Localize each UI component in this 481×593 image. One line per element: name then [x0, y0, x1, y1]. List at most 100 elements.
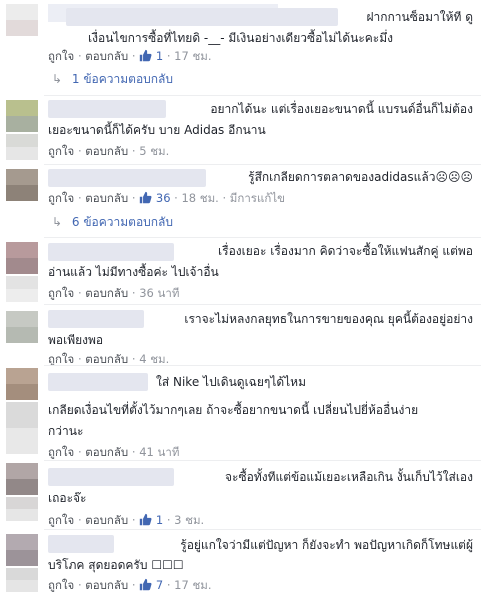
avatar[interactable] [6, 534, 38, 566]
edited-label[interactable]: มีการแก้ไข [230, 191, 285, 205]
timestamp[interactable]: 36 นาที [139, 286, 179, 300]
comment-text: อยากได้นะ แต่เรื่องเยอะขนาดนี้ แบรนด์อื่… [210, 102, 473, 116]
comment-actions: ถูกใจ · ตอบกลับ · 5 ชม. [48, 143, 169, 159]
separator-dot: · [77, 191, 82, 205]
thumbs-up-icon [140, 191, 152, 204]
separator-dot: · [77, 286, 82, 300]
separator-dot: · [131, 191, 136, 205]
avatar[interactable] [6, 4, 38, 36]
like-count[interactable]: 1 [139, 513, 167, 527]
like-count[interactable]: 36 [139, 191, 174, 205]
like-link[interactable]: ถูกใจ [48, 144, 74, 158]
separator-dot: · [222, 191, 227, 205]
timestamp[interactable]: 18 ชม. [181, 191, 218, 205]
separator-dot: · [166, 513, 171, 527]
view-replies-link[interactable]: ↳ 1 ข้อความตอบกลับ [52, 70, 173, 88]
timestamp[interactable]: 3 ชม. [174, 513, 204, 527]
separator-dot: · [77, 513, 82, 527]
thumbs-up-icon [140, 578, 152, 591]
comment-text: ฝากกานซ็อมาให้ที ดู [366, 10, 473, 24]
separator-dot: · [77, 49, 82, 63]
timestamp[interactable]: 41 นาที [139, 445, 179, 459]
comment-actions: ถูกใจ · ตอบกลับ · 1 · 17 ชม. [48, 48, 212, 64]
reply-link[interactable]: ตอบกลับ [85, 445, 128, 459]
separator-dot: · [131, 286, 136, 300]
comment-text: เกลียดเงื่อนไขที่ตั้งไว้มากๆเลย ถ้าจะซื้… [48, 403, 419, 417]
avatar[interactable] [6, 463, 38, 495]
like-link[interactable]: ถูกใจ [48, 513, 74, 527]
comment-actions: ถูกใจ · ตอบกลับ · 36 นาที [48, 285, 179, 301]
separator-dot: · [166, 578, 171, 592]
commenter-name[interactable] [48, 243, 174, 261]
comment-text: พอเพียงพอ [48, 333, 104, 347]
commenter-name[interactable] [48, 310, 144, 328]
like-link[interactable]: ถูกใจ [48, 49, 74, 63]
commenter-name[interactable] [48, 535, 114, 553]
timestamp[interactable]: 17 ชม. [174, 49, 211, 63]
timestamp[interactable]: 17 ชม. [174, 578, 211, 592]
comment-text: เยอะขนาดนี้ก็ได้ครับ บาย Adidas อีกนาน [48, 123, 266, 137]
commenter-name[interactable] [48, 373, 148, 391]
separator-dot: · [131, 352, 136, 366]
comment-text: อ่านแล้ว ไม่มีทางซื้อค่ะ ไปเจ้าอื่น [48, 265, 219, 279]
like-count[interactable]: 7 [139, 578, 167, 592]
separator-dot: · [77, 144, 82, 158]
comment-text: ใส่ Nike ไปเดินดูเฉยๆได้ไหม [156, 375, 307, 389]
like-count[interactable]: 1 [139, 49, 167, 63]
avatar[interactable] [6, 169, 38, 201]
comment-actions: ถูกใจ · ตอบกลับ · 36 · 18 ชม. · มีการแก้… [48, 190, 285, 206]
comment-text: บริโภค สุดยอดครับ ☐☐☐ [48, 558, 184, 572]
like-link[interactable]: ถูกใจ [48, 578, 74, 592]
comment: รู้อยู่แกใจว่ามีแต่ปัญหา ก็ยังจะทำ พอปัญ… [0, 530, 481, 593]
avatar[interactable] [6, 311, 38, 343]
comment-actions: ถูกใจ · ตอบกลับ · 7 · 17 ชม. [48, 577, 212, 593]
separator-dot: · [166, 49, 171, 63]
reply-link[interactable]: ตอบกลับ [85, 352, 128, 366]
avatar[interactable] [6, 368, 38, 400]
like-link[interactable]: ถูกใจ [48, 445, 74, 459]
commenter-name[interactable] [48, 169, 206, 187]
comment: เรื่องเยอะ เรื่องมาก คิดว่าจะซื้อให้แฟนส… [0, 238, 481, 304]
reply-link[interactable]: ตอบกลับ [85, 286, 128, 300]
avatar-strip [6, 276, 38, 302]
comment: รู้สึกเกลียดการตลาดของadidasแล้ว☹☹☹ ถูกใ… [0, 165, 481, 237]
avatar-strip [6, 134, 38, 160]
comment-text: รู้สึกเกลียดการตลาดของadidasแล้ว☹☹☹ [248, 170, 473, 184]
commenter-name[interactable] [66, 8, 338, 26]
reply-arrow-icon: ↳ [52, 215, 63, 229]
reply-link[interactable]: ตอบกลับ [85, 578, 128, 592]
comment-text: รู้อยู่แกใจว่ามีแต่ปัญหา ก็ยังจะทำ พอปัญ… [180, 538, 473, 552]
comment: จะซื้อทั้งทีแต่ข้อแม้เยอะเหลือเกิน งั้นเ… [0, 461, 481, 529]
reply-link[interactable]: ตอบกลับ [85, 144, 128, 158]
avatar[interactable] [6, 100, 38, 132]
avatar-strip [6, 497, 38, 521]
thumbs-up-icon [140, 49, 152, 62]
comment-text: จะซื้อทั้งทีแต่ข้อแม้เยอะเหลือเกิน งั้นเ… [224, 470, 473, 484]
separator-dot: · [131, 513, 136, 527]
like-link[interactable]: ถูกใจ [48, 352, 74, 366]
like-link[interactable]: ถูกใจ [48, 286, 74, 300]
comment-text: เงื่อนไขการซื้อที่ไทยดิ -__- มีเงินอย่าง… [88, 31, 393, 45]
comment: เราจะไม่หลงกลยุทธในการขายของคุณ ยุคนี้ต้… [0, 305, 481, 366]
avatar[interactable] [6, 242, 38, 274]
view-replies-link[interactable]: ↳ 6 ข้อความตอบกลับ [52, 213, 173, 231]
comment: ใส่ Nike ไปเดินดูเฉยๆได้ไหม เกลียดเงื่อน… [0, 366, 481, 460]
reply-link[interactable]: ตอบกลับ [85, 513, 128, 527]
commenter-name[interactable] [48, 468, 174, 486]
separator-dot: · [131, 49, 136, 63]
timestamp[interactable]: 5 ชม. [139, 144, 169, 158]
avatar-strip [6, 568, 38, 592]
reply-arrow-icon: ↳ [52, 72, 63, 86]
separator-dot: · [131, 578, 136, 592]
comment: ฝากกานซ็อมาให้ที ดู เงื่อนไขการซื้อที่ไท… [0, 0, 481, 95]
comment-text: กว่านะ [48, 424, 84, 438]
like-link[interactable]: ถูกใจ [48, 191, 74, 205]
commenter-name[interactable] [48, 100, 166, 118]
reply-link[interactable]: ตอบกลับ [85, 191, 128, 205]
reply-link[interactable]: ตอบกลับ [85, 49, 128, 63]
timestamp[interactable]: 4 ชม. [139, 352, 169, 366]
comment-text: เถอะจ๊ะ [48, 491, 87, 505]
comment: อยากได้นะ แต่เรื่องเยอะขนาดนี้ แบรนด์อื่… [0, 96, 481, 164]
comment-actions: ถูกใจ · ตอบกลับ · 41 นาที [48, 444, 179, 460]
separator-dot: · [77, 352, 82, 366]
